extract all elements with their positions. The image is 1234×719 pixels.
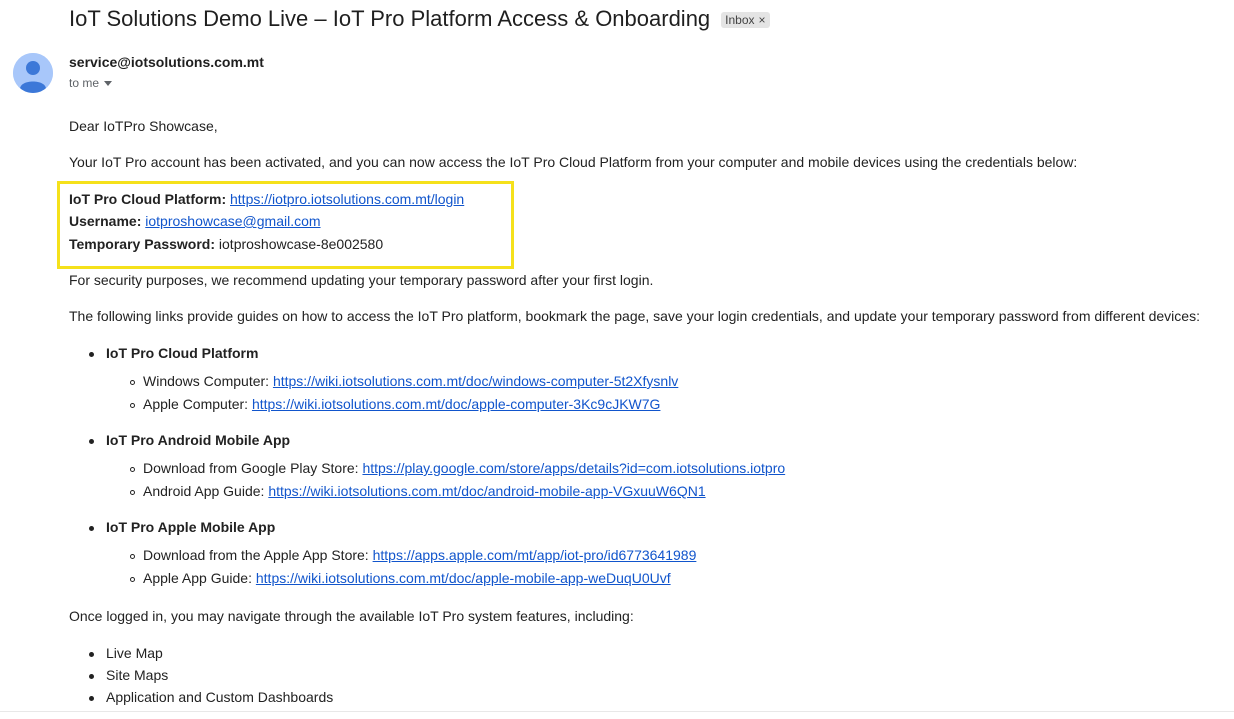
divider [0,711,1234,712]
list-item-android-guide: Android App Guide: https://wiki.iotsolut… [143,483,706,499]
google-play-link[interactable]: https://play.google.com/store/apps/detai… [362,460,785,476]
sublist-bullet [130,403,135,408]
item-label: Windows Computer: [143,373,270,389]
intro-paragraph: Your IoT Pro account has been activated,… [69,154,1078,170]
apple-app-guide-link[interactable]: https://wiki.iotsolutions.com.mt/doc/app… [256,570,671,586]
item-label: Apple Computer: [143,396,249,412]
recipient-text: to me [69,76,100,90]
section-title-cloud: IoT Pro Cloud Platform [106,345,259,361]
feature-item: Application and Custom Dashboards [106,689,334,705]
list-bullet [89,674,94,679]
item-label: Apple App Guide: [143,570,252,586]
item-label: Download from Google Play Store: [143,460,359,476]
sublist-bullet [130,380,135,385]
list-item-app-store: Download from the Apple App Store: https… [143,547,696,563]
item-label: Download from the Apple App Store: [143,547,369,563]
section-title-apple-app: IoT Pro Apple Mobile App [106,519,276,535]
list-bullet [89,439,94,444]
features-intro-paragraph: Once logged in, you may navigate through… [69,608,634,624]
sender-address[interactable]: service@iotsolutions.com.mt [69,54,264,70]
item-label: Android App Guide: [143,483,265,499]
credentials-highlight-box [57,181,514,269]
app-store-link[interactable]: https://apps.apple.com/mt/app/iot-pro/id… [373,547,697,563]
windows-guide-link[interactable]: https://wiki.iotsolutions.com.mt/doc/win… [273,373,678,389]
sublist-bullet [130,467,135,472]
android-guide-link[interactable]: https://wiki.iotsolutions.com.mt/doc/and… [268,483,705,499]
list-bullet [89,652,94,657]
remove-label-icon[interactable]: × [759,13,766,27]
list-item-apple-computer: Apple Computer: https://wiki.iotsolution… [143,396,660,412]
sublist-bullet [130,490,135,495]
inbox-label-badge[interactable]: Inbox × [721,12,770,28]
list-bullet [89,696,94,701]
section-title-android: IoT Pro Android Mobile App [106,432,291,448]
feature-item: Live Map [106,645,163,661]
inbox-label-text: Inbox [725,13,755,27]
caret-down-icon[interactable] [104,81,113,86]
apple-computer-guide-link[interactable]: https://wiki.iotsolutions.com.mt/doc/app… [252,396,661,412]
feature-item: Site Maps [106,667,169,683]
email-subject: IoT Solutions Demo Live – IoT Pro Platfo… [69,6,711,31]
sublist-bullet [130,577,135,582]
recipient-line[interactable]: to me [69,76,113,90]
security-paragraph: For security purposes, we recommend upda… [69,272,654,288]
list-item-windows: Windows Computer: https://wiki.iotsoluti… [143,373,678,389]
list-bullet [89,526,94,531]
list-item-apple-app-guide: Apple App Guide: https://wiki.iotsolutio… [143,570,671,586]
greeting: Dear IoTPro Showcase, [69,118,218,134]
person-avatar-icon[interactable] [13,53,53,93]
email-subject-row: IoT Solutions Demo Live – IoT Pro Platfo… [69,6,770,32]
sublist-bullet [130,554,135,559]
list-bullet [89,352,94,357]
list-item-google-play: Download from Google Play Store: https:/… [143,460,785,476]
guides-intro-paragraph: The following links provide guides on ho… [69,308,1200,324]
